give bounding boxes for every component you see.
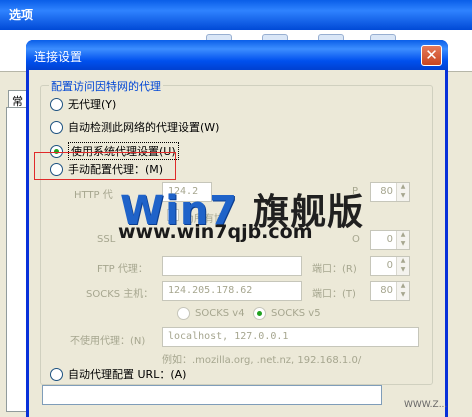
ftp-port-label: 端口：(R): [312, 264, 357, 275]
spin-up-icon[interactable]: ▲: [396, 257, 409, 266]
no-proxy-label: 不使用代理：(N): [70, 336, 146, 347]
corner-watermark: WWW.Z...: [404, 400, 448, 410]
radio-auto-config-url[interactable]: 自动代理配置 URL： (A): [50, 366, 186, 382]
auto-config-url-field[interactable]: [42, 385, 382, 405]
radio-label: SOCKS v5: [271, 308, 321, 319]
ssl-proxy-label: SSL: [97, 234, 116, 245]
ftp-port-value: 0: [386, 260, 393, 271]
radio-hotkey: (Y): [101, 97, 117, 111]
spinner-arrows[interactable]: ▲ ▼: [396, 183, 409, 201]
spinner-arrows[interactable]: ▲ ▼: [396, 231, 409, 249]
http-proxy-label: HTTP 代: [74, 190, 113, 201]
spin-down-icon[interactable]: ▼: [396, 266, 409, 275]
radio-label: 自动代理配置 URL：: [68, 368, 171, 381]
group-legend: 配置访问因特网的代理: [49, 78, 163, 94]
spin-up-icon[interactable]: ▲: [396, 282, 409, 291]
radio-socks-v4[interactable]: SOCKS v4: [177, 307, 245, 320]
no-proxy-field[interactable]: localhost, 127.0.0.1: [162, 327, 419, 347]
radio-button[interactable]: [50, 97, 63, 111]
ftp-host-field[interactable]: [162, 256, 302, 276]
socks-port-value: 80: [380, 285, 393, 296]
radio-hotkey: (W): [200, 120, 220, 134]
options-window-title: 选项: [9, 8, 34, 22]
spinner-arrows[interactable]: ▲ ▼: [396, 282, 409, 300]
spin-up-icon[interactable]: ▲: [396, 231, 409, 240]
spin-down-icon[interactable]: ▼: [396, 291, 409, 300]
socks-host-label: SOCKS 主机：: [86, 289, 154, 300]
close-icon: ✕: [425, 46, 438, 64]
radio-button[interactable]: [177, 307, 190, 320]
spin-down-icon[interactable]: ▼: [396, 192, 409, 201]
radio-no-proxy[interactable]: 无代理 (Y): [50, 96, 116, 112]
highlight-annotation: [34, 152, 176, 180]
watermark-url: www.win7qjb.com: [118, 221, 313, 243]
http-port-spinner[interactable]: 80 ▲ ▼: [370, 182, 410, 202]
ssl-port-value: 0: [386, 234, 393, 245]
ssl-port-spinner[interactable]: 0 ▲ ▼: [370, 230, 410, 250]
spin-down-icon[interactable]: ▼: [396, 240, 409, 249]
socks-port-label: 端口：(T): [312, 289, 356, 300]
close-button[interactable]: ✕: [421, 45, 442, 66]
spin-up-icon[interactable]: ▲: [396, 183, 409, 192]
no-proxy-example: 例如：.mozilla.org, .net.nz, 192.168.1.0/24: [162, 355, 362, 366]
ssl-port-label: O: [352, 234, 360, 245]
radio-button[interactable]: [50, 367, 63, 381]
options-window-titlebar: 选项: [0, 0, 472, 30]
socks-port-spinner[interactable]: 80 ▲ ▼: [370, 281, 410, 301]
socks-host-field[interactable]: 124.205.178.62: [162, 281, 302, 301]
dialog-titlebar: 连接设置 ✕: [26, 40, 448, 70]
radio-button-checked[interactable]: [253, 307, 266, 320]
http-port-value: 80: [380, 186, 393, 197]
radio-button[interactable]: [50, 120, 63, 134]
ftp-port-spinner[interactable]: 0 ▲ ▼: [370, 256, 410, 276]
spinner-arrows[interactable]: ▲ ▼: [396, 257, 409, 275]
radio-auto-detect[interactable]: 自动检测此网络的代理设置 (W): [50, 119, 219, 135]
radio-label: SOCKS v4: [195, 308, 245, 319]
radio-socks-v5[interactable]: SOCKS v5: [253, 307, 321, 320]
radio-hotkey: (A): [170, 367, 187, 381]
dialog-title: 连接设置: [34, 50, 83, 64]
radio-label: 无代理: [68, 98, 101, 111]
ftp-proxy-label: FTP 代理：: [97, 264, 148, 275]
radio-label: 自动检测此网络的代理设置: [68, 121, 200, 134]
